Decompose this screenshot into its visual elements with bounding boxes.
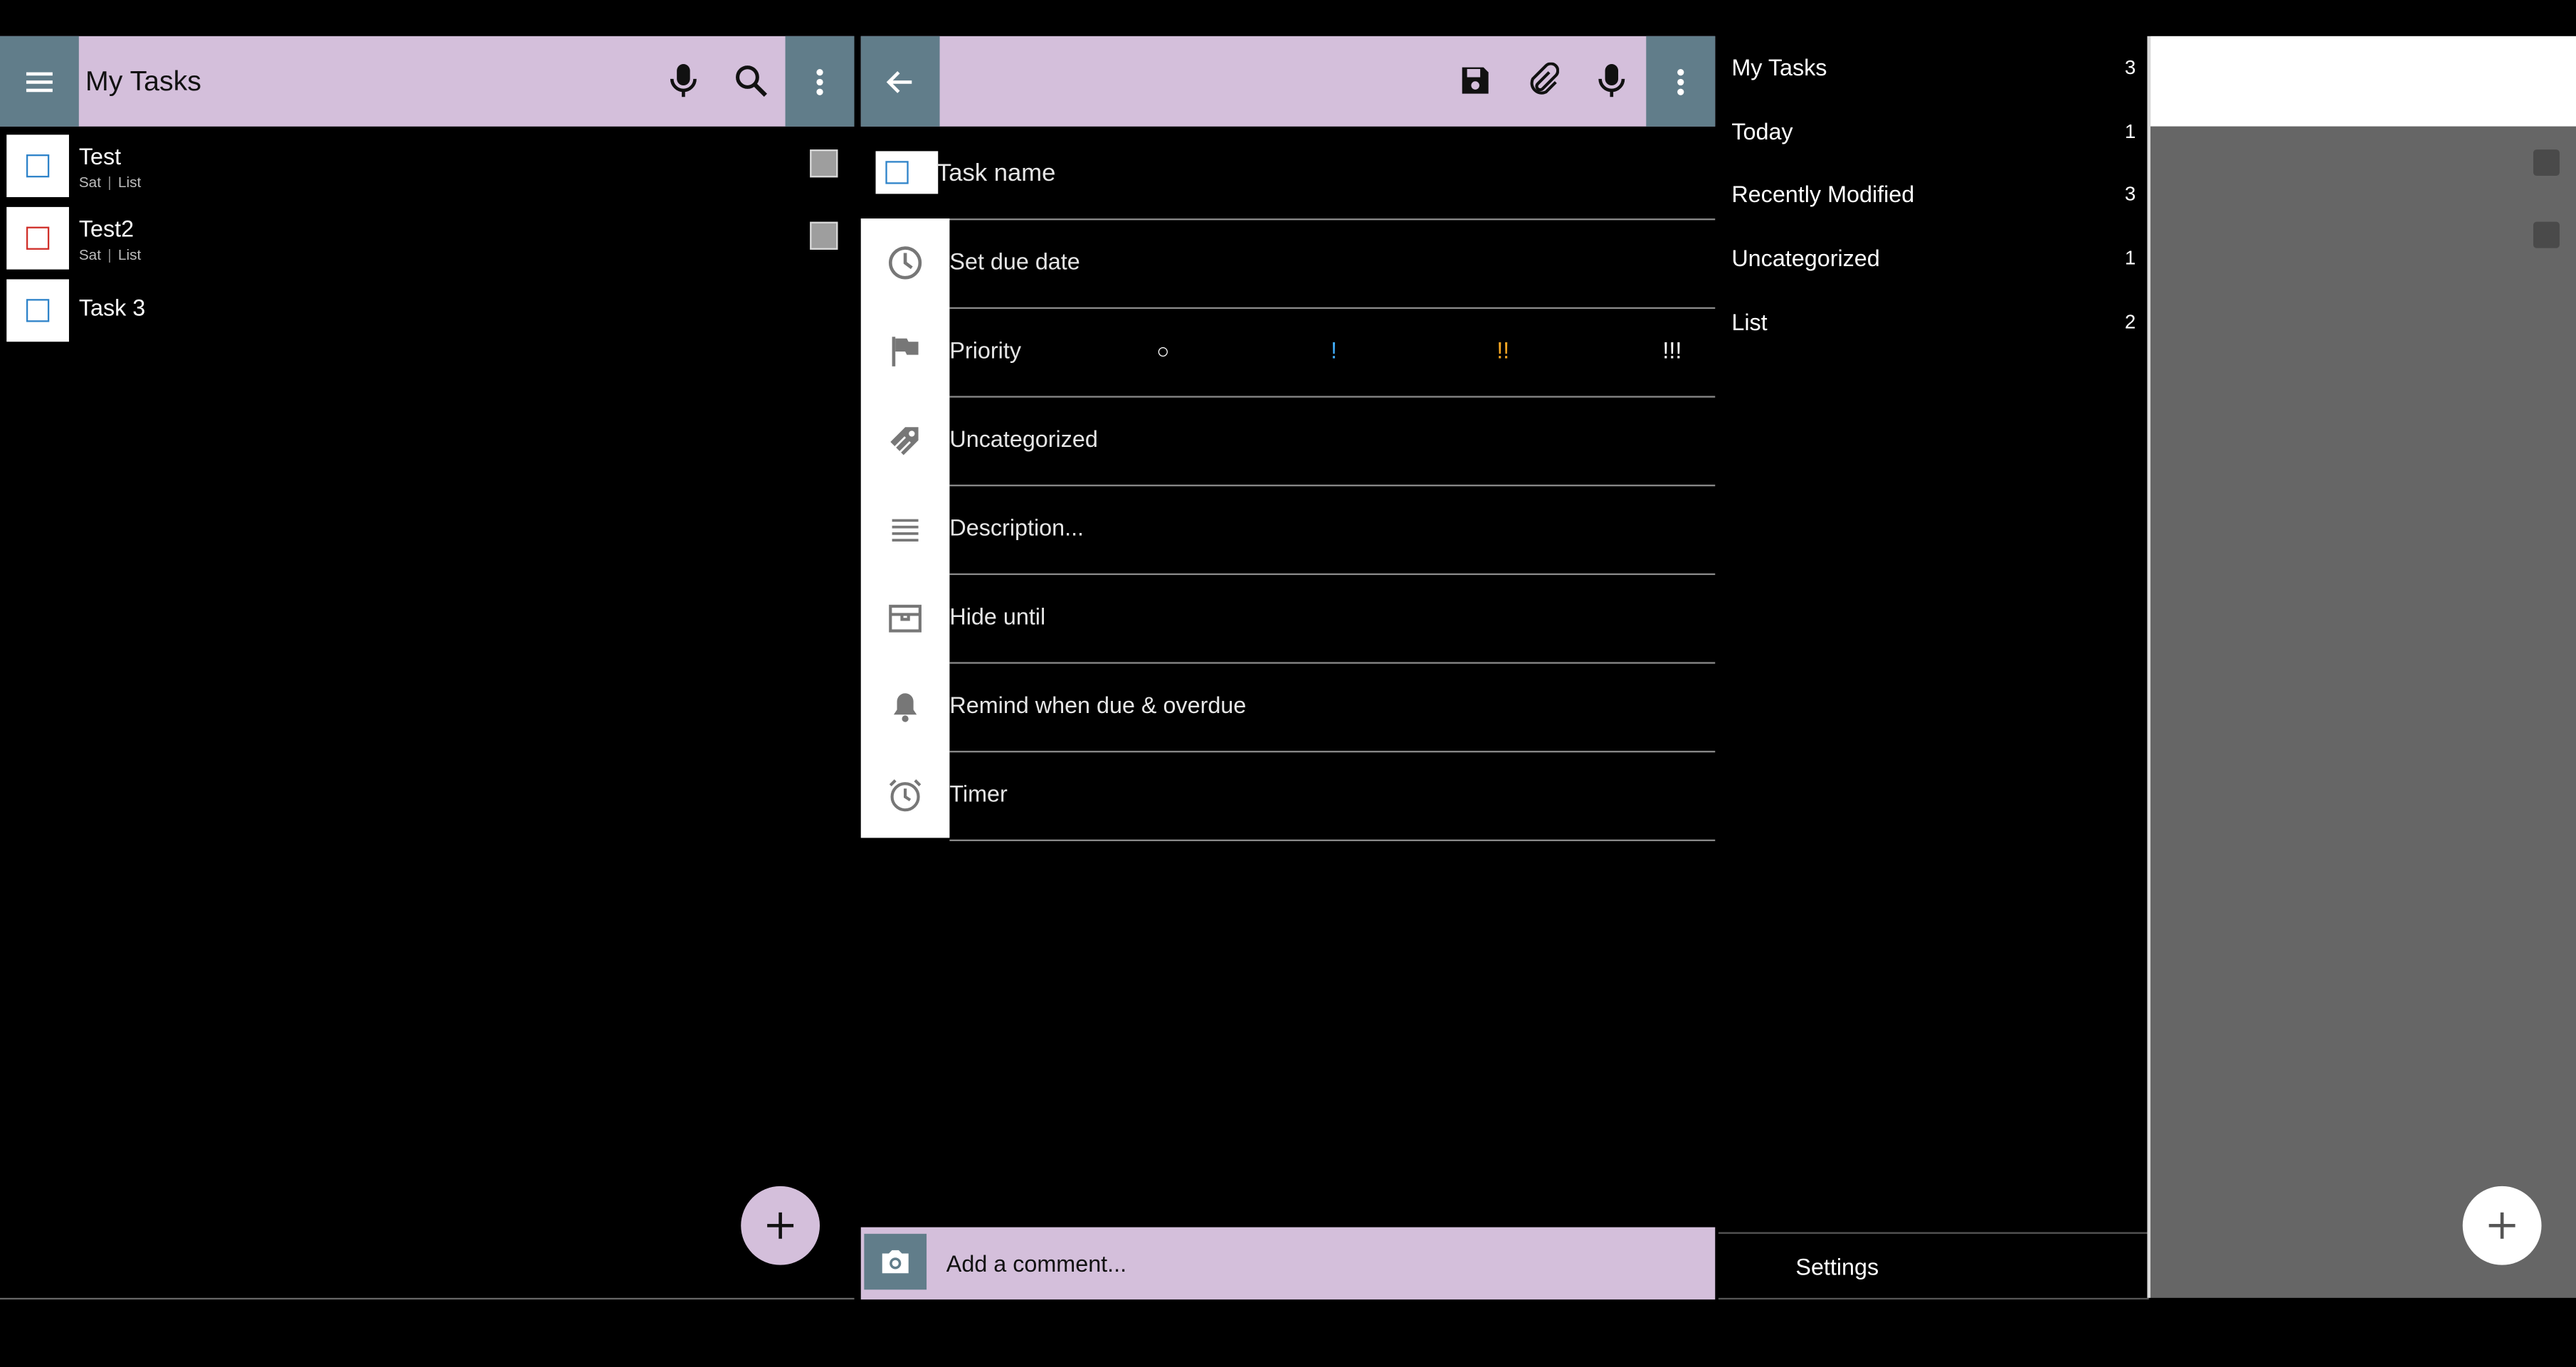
task-priority-flag bbox=[2533, 149, 2560, 176]
task-name-input[interactable]: Task name bbox=[936, 159, 1055, 187]
clock-icon bbox=[885, 243, 924, 283]
menu-button[interactable] bbox=[0, 36, 79, 127]
drawer-item-count: 1 bbox=[2124, 120, 2136, 143]
drawer-item-my-tasks[interactable]: My Tasks 3 bbox=[1719, 36, 2145, 99]
reminder-row[interactable]: Remind when due & overdue bbox=[949, 664, 1716, 753]
drawer-item-label: My Tasks bbox=[1731, 54, 1827, 81]
edit-overflow-button[interactable] bbox=[1646, 36, 1716, 127]
flag-icon bbox=[885, 332, 924, 371]
bell-icon bbox=[885, 687, 924, 726]
drawer-edge bbox=[2147, 36, 2151, 1298]
camera-icon bbox=[882, 1250, 909, 1274]
divider bbox=[1718, 1297, 2149, 1300]
description-row[interactable]: Description... bbox=[949, 486, 1716, 576]
underlying-toolbar bbox=[2150, 36, 2576, 127]
priority-none-option[interactable]: ○ bbox=[1156, 339, 1169, 364]
drawer-item-uncategorized[interactable]: Uncategorized 1 bbox=[1719, 227, 2145, 290]
task-row[interactable]: Task 3 bbox=[0, 278, 855, 350]
comment-photo-button[interactable] bbox=[864, 1233, 927, 1290]
microphone-icon bbox=[1598, 64, 1625, 97]
task-row[interactable]: Test2 Sat | List bbox=[0, 206, 855, 278]
hamburger-icon bbox=[26, 71, 53, 92]
priority-row: Priority ○ ! !! !!! bbox=[949, 309, 1716, 398]
tag-icon bbox=[885, 421, 924, 460]
priority-label: Priority bbox=[949, 337, 1021, 364]
task-row[interactable]: Test Sat | List bbox=[0, 133, 855, 206]
plus-icon bbox=[767, 1212, 794, 1239]
drawer-item-count: 1 bbox=[2124, 246, 2136, 270]
drawer-item-count: 2 bbox=[2124, 310, 2136, 334]
divider bbox=[0, 1297, 855, 1300]
task-title: Task 3 bbox=[78, 294, 146, 321]
task-checkbox[interactable] bbox=[6, 279, 69, 342]
voice-add-button[interactable] bbox=[660, 56, 707, 105]
priority-low-option[interactable]: ! bbox=[1331, 337, 1337, 363]
priority-high-option[interactable]: !!! bbox=[1662, 337, 1682, 363]
drawer-scrim[interactable] bbox=[2150, 126, 2576, 1298]
drawer-item-count: 3 bbox=[2124, 182, 2136, 206]
add-task-fab[interactable] bbox=[2462, 1186, 2542, 1265]
task-checkbox[interactable] bbox=[6, 134, 69, 198]
box-icon bbox=[885, 598, 924, 637]
task-name-checkbox[interactable] bbox=[875, 151, 939, 194]
drawer-item-recently-modified[interactable]: Recently Modified 3 bbox=[1719, 163, 2145, 226]
timer-label: Timer bbox=[949, 780, 1008, 807]
more-vert-icon bbox=[1677, 68, 1684, 95]
arrow-back-icon bbox=[886, 70, 912, 93]
task-priority-flag bbox=[2533, 221, 2560, 248]
notes-icon bbox=[885, 510, 924, 549]
search-icon bbox=[736, 65, 767, 97]
drawer-item-list[interactable]: List 2 bbox=[1719, 291, 2145, 354]
hide-until-row[interactable]: Hide until bbox=[949, 575, 1716, 664]
add-task-fab[interactable] bbox=[741, 1186, 820, 1265]
drawer-item-label: Today bbox=[1731, 118, 1793, 145]
back-button[interactable] bbox=[860, 36, 940, 127]
task-title: Test bbox=[78, 142, 122, 169]
drawer-item-label: Uncategorized bbox=[1731, 244, 1880, 271]
priority-medium-option[interactable]: !! bbox=[1496, 337, 1509, 363]
due-date-label: Set due date bbox=[949, 248, 1080, 275]
reminder-label: Remind when due & overdue bbox=[949, 691, 1247, 718]
search-button[interactable] bbox=[728, 56, 774, 105]
attach-button[interactable] bbox=[1520, 56, 1566, 105]
settings-item[interactable]: Settings bbox=[1795, 1254, 1879, 1280]
description-input[interactable]: Description... bbox=[949, 514, 1084, 541]
hide-until-label: Hide until bbox=[949, 603, 1046, 630]
drawer-item-count: 3 bbox=[2124, 56, 2136, 79]
more-vert-icon bbox=[816, 68, 823, 95]
comment-input[interactable]: Add a comment... bbox=[946, 1250, 1126, 1277]
paperclip-icon bbox=[1530, 62, 1559, 95]
task-meta: Sat | List bbox=[78, 246, 142, 263]
drawer-item-label: List bbox=[1731, 309, 1768, 335]
drawer-item-today[interactable]: Today 1 bbox=[1719, 100, 2145, 163]
task-priority-flag[interactable] bbox=[810, 221, 838, 250]
page-title: My Tasks bbox=[85, 65, 201, 97]
save-button[interactable] bbox=[1452, 56, 1499, 105]
edit-toolbar bbox=[860, 36, 1716, 127]
due-date-row[interactable]: Set due date bbox=[949, 220, 1716, 310]
task-meta: Sat | List bbox=[78, 174, 142, 191]
voice-note-button[interactable] bbox=[1588, 56, 1635, 105]
task-priority-flag[interactable] bbox=[810, 149, 838, 178]
list-overflow-button[interactable] bbox=[785, 36, 855, 127]
save-icon bbox=[1462, 67, 1489, 94]
timer-row[interactable]: Timer bbox=[949, 752, 1716, 842]
alarm-icon bbox=[885, 776, 924, 815]
category-label: Uncategorized bbox=[949, 425, 1098, 452]
category-row[interactable]: Uncategorized bbox=[949, 398, 1716, 487]
divider bbox=[1718, 1232, 2149, 1234]
task-checkbox[interactable] bbox=[6, 206, 69, 270]
microphone-icon bbox=[670, 64, 697, 97]
plus-icon bbox=[2488, 1212, 2516, 1239]
drawer-item-label: Recently Modified bbox=[1731, 180, 1915, 207]
task-title: Test2 bbox=[78, 215, 134, 242]
